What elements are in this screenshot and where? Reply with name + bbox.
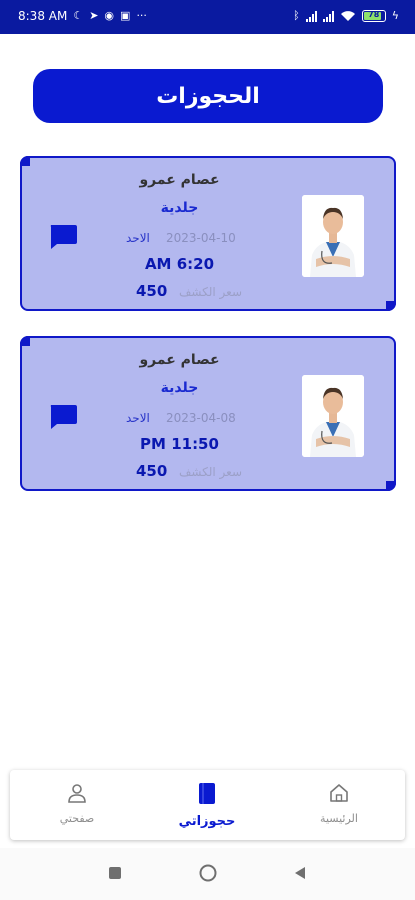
- nav-label-home: الرئيسية: [320, 812, 358, 825]
- booking-time: AM 6:20: [144, 255, 215, 273]
- card-corner: [20, 336, 30, 346]
- person-icon: [68, 784, 86, 803]
- wifi-icon: [340, 11, 355, 21]
- doctor-avatar: [302, 375, 364, 457]
- battery-icon: 78: [361, 10, 386, 22]
- charging-icon: ϟ: [391, 9, 399, 22]
- back-icon[interactable]: [293, 866, 307, 880]
- nav-item-bookings[interactable]: حجوزاتي: [162, 782, 252, 829]
- bluetooth-icon: ᛒ: [293, 9, 300, 22]
- page-title: الحجوزات: [33, 69, 383, 123]
- signal-icon: [305, 10, 317, 22]
- status-time: 8:38 AM: [18, 9, 68, 23]
- status-right: ᛒ 78 ϟ: [293, 9, 399, 23]
- booking-date: 2023-04-08: [166, 411, 236, 425]
- vpn-icon: ◉: [104, 9, 115, 22]
- booking-price: 450: [136, 282, 168, 300]
- card-corner: [20, 156, 30, 166]
- nav-item-home[interactable]: الرئيسية: [294, 782, 384, 825]
- status-bar: 8:38 AM ☾ ➤ ◉ ▣ ··· ᛒ 78 ϟ: [0, 0, 415, 34]
- moon-icon: ☾: [73, 9, 84, 22]
- chat-icon[interactable]: [48, 403, 78, 431]
- price-label: سعر الكشف: [179, 465, 243, 479]
- doctor-avatar: [302, 195, 364, 277]
- booking-price: 450: [136, 462, 168, 480]
- more-dots-icon: ···: [136, 9, 147, 22]
- nav-label-profile: صفحتي: [59, 812, 95, 825]
- booking-card[interactable]: عصام عمرو جلدية الاحد 2023-04-08 PM 11:5…: [20, 336, 396, 491]
- booking-time: PM 11:50: [140, 435, 219, 453]
- home-button-icon[interactable]: [199, 864, 217, 882]
- doctor-name: عصام عمرو: [139, 172, 220, 188]
- nav-item-profile[interactable]: صفحتي: [32, 782, 122, 825]
- status-left: 8:38 AM ☾ ➤ ◉ ▣ ···: [18, 9, 147, 23]
- chat-icon[interactable]: [48, 223, 78, 251]
- booking-day: الاحد: [126, 411, 150, 425]
- card-corner: [386, 301, 396, 311]
- home-icon: [330, 784, 348, 802]
- system-nav-bar: [0, 848, 415, 900]
- card-corner: [386, 481, 396, 491]
- booking-date: 2023-04-10: [166, 231, 236, 245]
- battery-level: 78: [368, 10, 380, 19]
- signal-icon-2: [322, 10, 334, 22]
- bottom-nav: صفحتي حجوزاتي الرئيسية: [10, 770, 405, 840]
- recents-icon[interactable]: [108, 866, 122, 880]
- price-label: سعر الكشف: [179, 285, 243, 299]
- book-icon: [199, 783, 215, 804]
- doctor-specialty: جلدية: [160, 200, 199, 216]
- doctor-specialty: جلدية: [160, 380, 199, 396]
- telegram-icon: ➤: [89, 9, 99, 22]
- notification-icon: ▣: [120, 9, 131, 22]
- booking-card[interactable]: عصام عمرو جلدية الاحد 2023-04-10 AM 6:20…: [20, 156, 396, 311]
- nav-label-bookings: حجوزاتي: [178, 814, 236, 829]
- doctor-name: عصام عمرو: [139, 352, 220, 368]
- booking-day: الاحد: [126, 231, 150, 245]
